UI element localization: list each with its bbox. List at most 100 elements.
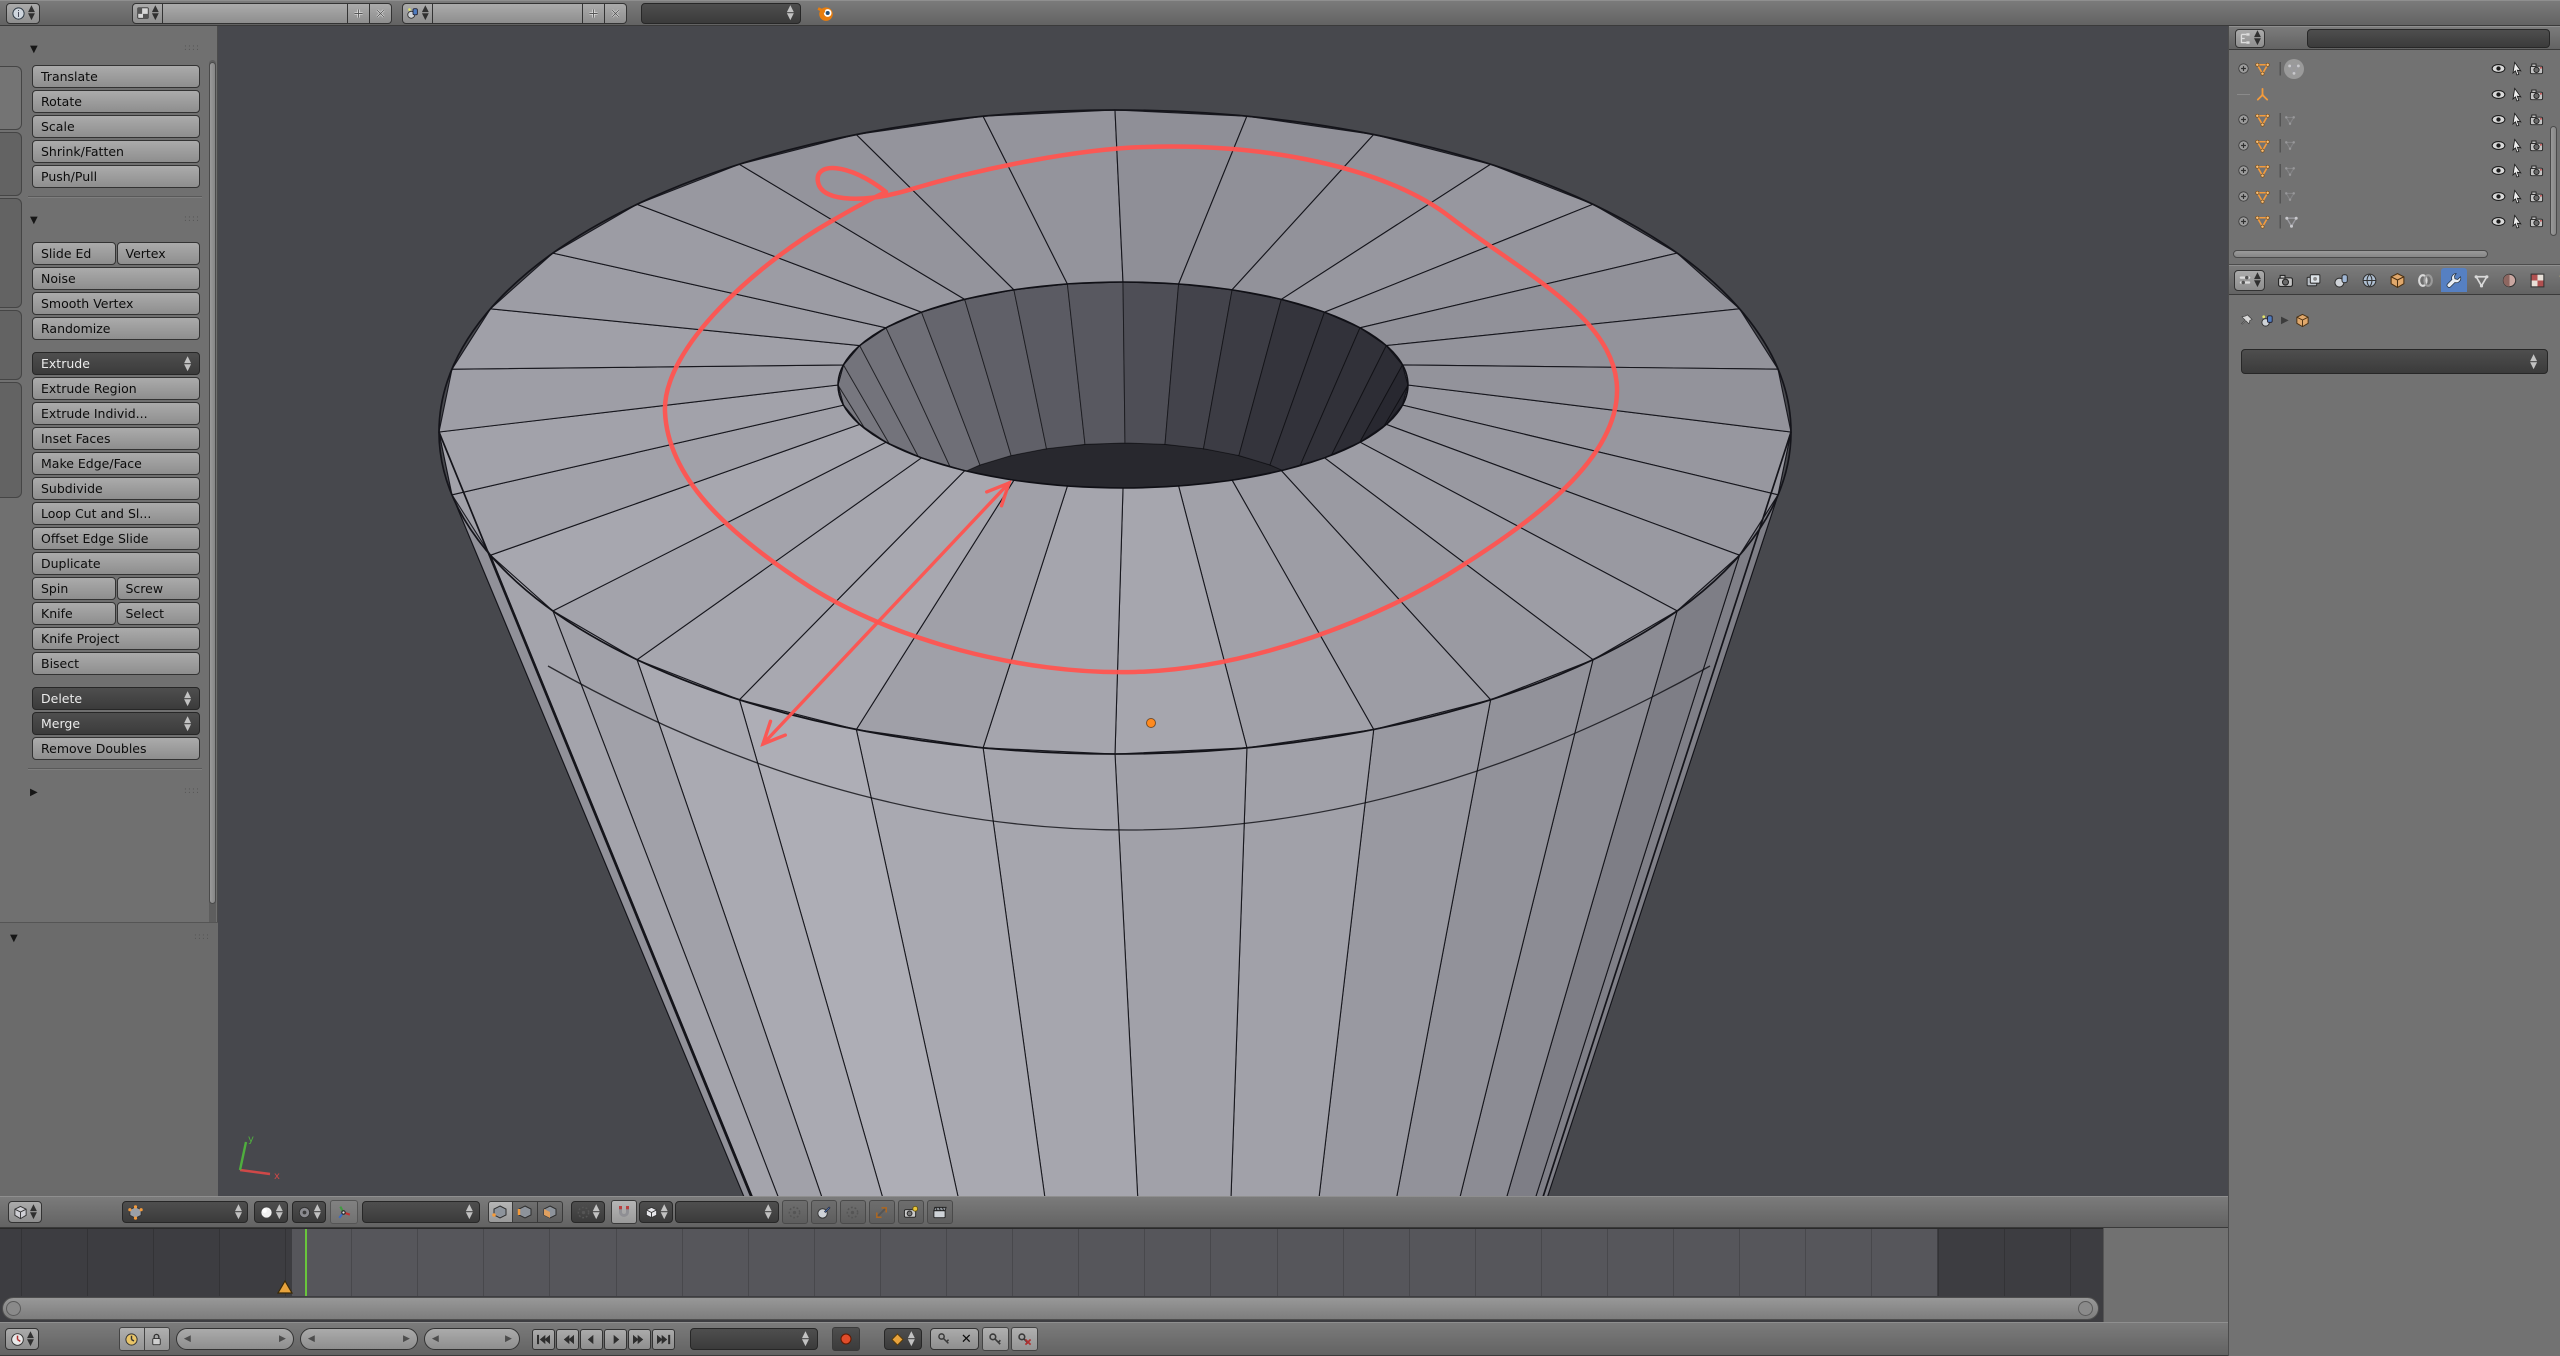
- tool-button-vertex[interactable]: Vertex: [117, 242, 201, 265]
- snap-element-select[interactable]: ▲▼: [639, 1201, 673, 1223]
- screen-layout-icon-button[interactable]: ▲▼: [132, 3, 163, 24]
- properties-tab-material[interactable]: [2497, 268, 2523, 292]
- grease-draw-toggle[interactable]: [811, 1200, 837, 1224]
- visibility-eye-icon[interactable]: [2491, 214, 2506, 229]
- tool-button-smooth-vertex[interactable]: Smooth Vertex: [32, 292, 200, 315]
- jump-to-end-button[interactable]: [652, 1329, 675, 1350]
- tool-button-loop-cut-and-sl-[interactable]: Loop Cut and Sl...: [32, 502, 200, 525]
- tool-button-knife[interactable]: Knife: [32, 602, 116, 625]
- tool-button-remove-doubles[interactable]: Remove Doubles: [32, 737, 200, 760]
- tool-button-shrink-fatten[interactable]: Shrink/Fatten: [32, 140, 200, 163]
- add-layout-button[interactable]: [348, 3, 370, 24]
- current-frame-field[interactable]: ◀▶: [424, 1328, 520, 1350]
- selectability-cursor-icon[interactable]: [2510, 214, 2525, 229]
- jump-to-start-button[interactable]: [532, 1329, 555, 1350]
- close-layout-button[interactable]: [370, 3, 392, 24]
- clear-keying-set-icon[interactable]: ✕: [961, 1332, 972, 1347]
- tool-button-noise[interactable]: Noise: [32, 267, 200, 290]
- snap-peel-toggle[interactable]: [869, 1200, 895, 1224]
- play-reverse-button[interactable]: [580, 1329, 603, 1350]
- tool-shelf-tab-create[interactable]: [0, 132, 22, 196]
- timeline-scroller[interactable]: [2, 1297, 2099, 1320]
- insert-keyframe-button[interactable]: [982, 1327, 1009, 1351]
- selectability-cursor-icon[interactable]: [2510, 112, 2525, 127]
- snap-target-select[interactable]: ▲▼: [675, 1201, 779, 1223]
- tool-button-screw[interactable]: Screw: [117, 577, 201, 600]
- tool-button-bisect[interactable]: Bisect: [32, 652, 200, 675]
- renderability-camera-icon[interactable]: [2529, 138, 2544, 153]
- panel-grip-icon[interactable]: ::::: [184, 43, 200, 53]
- tool-button-randomize[interactable]: Randomize: [32, 317, 200, 340]
- outliner-item-man-главный-000[interactable]: |: [2237, 107, 2546, 132]
- panel-header-weight-tools[interactable]: ▶ ::::: [22, 777, 208, 803]
- tool-button-select[interactable]: Select: [117, 602, 201, 625]
- play-button[interactable]: [604, 1329, 627, 1350]
- occlude-toggle[interactable]: [840, 1200, 866, 1224]
- tool-button-extrude[interactable]: Extrude▲▼: [32, 352, 200, 375]
- frame-start-field[interactable]: ◀▶: [176, 1328, 294, 1350]
- tool-button-make-edge-face[interactable]: Make Edge/Face: [32, 452, 200, 475]
- jump-to-next-keyframe-button[interactable]: [628, 1329, 651, 1350]
- snap-toggle[interactable]: [611, 1200, 637, 1224]
- panel-grip-icon[interactable]: ::::: [184, 786, 200, 796]
- orientation-select[interactable]: ▲▼: [362, 1201, 480, 1223]
- tool-button-offset-edge-slide[interactable]: Offset Edge Slide: [32, 527, 200, 550]
- lock-time-cursor-button[interactable]: [145, 1327, 170, 1351]
- delete-keyframe-button[interactable]: [1011, 1327, 1038, 1351]
- properties-tab-particles[interactable]: [2553, 268, 2560, 292]
- tool-button-knife-project[interactable]: Knife Project: [32, 627, 200, 650]
- selectability-cursor-icon[interactable]: [2510, 138, 2525, 153]
- outliner-hscrollbar[interactable]: [2233, 250, 2488, 258]
- view3d-editor-selector[interactable]: ▲▼: [8, 1201, 42, 1223]
- jump-to-prev-keyframe-button[interactable]: [556, 1329, 579, 1350]
- visibility-eye-icon[interactable]: [2491, 61, 2506, 76]
- outliner-item-man-главный-002[interactable]: |: [2237, 158, 2546, 183]
- screen-layout-name[interactable]: [163, 3, 348, 24]
- render-engine-select[interactable]: ▲▼: [641, 3, 801, 24]
- frame-end-field[interactable]: ◀▶: [300, 1328, 418, 1350]
- tool-shelf-tab-shading-uvs[interactable]: [0, 198, 22, 308]
- outliner-item-cylinder-016[interactable]: |: [2237, 56, 2546, 81]
- properties-tab-world[interactable]: [2357, 268, 2383, 292]
- properties-tab-scene[interactable]: [2329, 268, 2355, 292]
- timeline-editor-selector[interactable]: ▲▼: [5, 1328, 39, 1350]
- face-select-mode[interactable]: [538, 1201, 563, 1223]
- renderability-camera-icon[interactable]: [2529, 214, 2544, 229]
- renderability-camera-icon[interactable]: [2529, 189, 2544, 204]
- panel-header-transform[interactable]: ▼ ::::: [22, 34, 208, 60]
- outliner-item-man-главный-013[interactable]: |: [2237, 184, 2546, 209]
- tool-button-extrude-individ-[interactable]: Extrude Individ...: [32, 402, 200, 425]
- keying-set-type-select[interactable]: ▲▼: [884, 1328, 922, 1350]
- properties-tab-data[interactable]: [2469, 268, 2495, 292]
- scene-name[interactable]: [433, 3, 583, 24]
- timeline-ruler[interactable]: [0, 1296, 2103, 1322]
- selectability-cursor-icon[interactable]: [2510, 61, 2525, 76]
- outliner-vscrollbar[interactable]: [2550, 126, 2557, 236]
- renderability-camera-icon[interactable]: [2529, 112, 2544, 127]
- tool-button-spin[interactable]: Spin: [32, 577, 116, 600]
- tool-button-translate[interactable]: Translate: [32, 65, 200, 88]
- panel-grip-icon[interactable]: ::::: [194, 932, 210, 942]
- timeline-marker[interactable]: [277, 1280, 293, 1294]
- tool-button-merge[interactable]: Merge▲▼: [32, 712, 200, 735]
- properties-tab-texture[interactable]: [2525, 268, 2551, 292]
- properties-editor-selector[interactable]: ▲▼: [2234, 270, 2265, 291]
- manipulator-toggle[interactable]: [330, 1200, 358, 1224]
- renderability-camera-icon[interactable]: [2529, 163, 2544, 178]
- properties-tab-object[interactable]: [2385, 268, 2411, 292]
- properties-tab-modifiers[interactable]: [2441, 268, 2467, 292]
- mesh-cylinder-016[interactable]: [218, 26, 2228, 1196]
- selectability-cursor-icon[interactable]: [2510, 163, 2525, 178]
- tool-button-slide-ed[interactable]: Slide Ed: [32, 242, 116, 265]
- visibility-eye-icon[interactable]: [2491, 189, 2506, 204]
- properties-tab-render-layers[interactable]: [2301, 268, 2327, 292]
- close-scene-button[interactable]: [605, 3, 627, 24]
- scroller-right-handle[interactable]: [2078, 1301, 2093, 1316]
- proportional-edit-select[interactable]: ▲▼: [571, 1201, 605, 1223]
- opengl-render-still-button[interactable]: [898, 1200, 924, 1224]
- tool-button-duplicate[interactable]: Duplicate: [32, 552, 200, 575]
- outliner-item-man-главный-001[interactable]: |: [2237, 133, 2546, 158]
- edge-select-mode[interactable]: [513, 1201, 538, 1223]
- viewport-shading-select[interactable]: ▲▼: [254, 1201, 288, 1223]
- properties-tab-constraints[interactable]: [2413, 268, 2439, 292]
